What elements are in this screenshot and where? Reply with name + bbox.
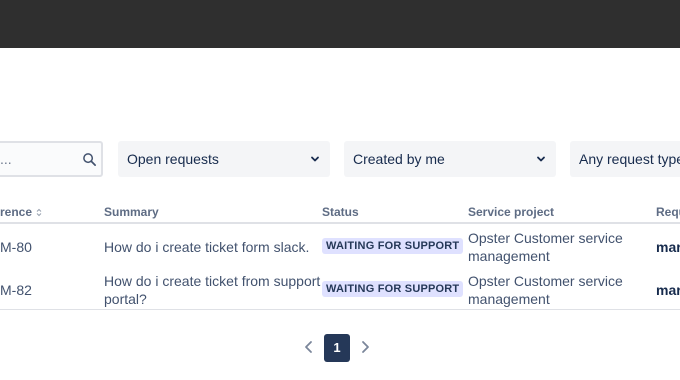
request-summary[interactable]: How do i create ticket form slack. xyxy=(104,238,309,256)
request-summary-line2[interactable]: portal? xyxy=(104,290,147,308)
current-page-button[interactable]: 1 xyxy=(324,334,350,362)
column-header-service-project[interactable]: Service project xyxy=(468,205,554,219)
service-project-line2: management xyxy=(468,291,550,307)
column-header-summary[interactable]: Summary xyxy=(104,205,159,219)
request-type-filter-label: Any request type xyxy=(579,151,680,167)
service-project-line1: Opster Customer service xyxy=(468,230,623,246)
search-input[interactable]: ... xyxy=(0,141,103,177)
table-bottom-divider xyxy=(0,309,680,310)
column-header-status[interactable]: Status xyxy=(322,205,359,219)
requester-name: marc xyxy=(656,282,680,298)
request-reference[interactable]: M-80 xyxy=(0,238,32,256)
request-reference[interactable]: M-82 xyxy=(0,281,32,299)
chevron-down-icon xyxy=(537,156,545,162)
column-header-requester[interactable]: Requ xyxy=(656,205,680,219)
previous-page-icon[interactable] xyxy=(302,339,316,355)
status-filter-dropdown[interactable]: Open requests xyxy=(118,141,330,177)
search-placeholder: ... xyxy=(0,151,12,167)
status-badge: WAITING FOR SUPPORT xyxy=(322,238,464,254)
status-badge: WAITING FOR SUPPORT xyxy=(322,281,464,297)
table-header-divider xyxy=(0,222,680,224)
service-project-line2: management xyxy=(468,248,550,264)
column-header-reference[interactable]: rence xyxy=(0,205,42,219)
sort-icon[interactable] xyxy=(36,208,42,217)
status-filter-label: Open requests xyxy=(127,151,219,167)
request-summary-line1[interactable]: How do i create ticket from support xyxy=(104,272,320,290)
next-page-icon[interactable] xyxy=(358,339,372,355)
request-type-filter-dropdown[interactable]: Any request type xyxy=(570,141,680,177)
chevron-down-icon xyxy=(311,156,319,162)
creator-filter-label: Created by me xyxy=(353,151,445,167)
top-navigation-bar xyxy=(0,0,680,48)
requester-name: marc xyxy=(656,239,680,255)
creator-filter-dropdown[interactable]: Created by me xyxy=(344,141,556,177)
service-project-line1: Opster Customer service xyxy=(468,273,623,289)
search-icon[interactable] xyxy=(82,152,97,167)
column-header-reference-label: rence xyxy=(0,205,33,219)
